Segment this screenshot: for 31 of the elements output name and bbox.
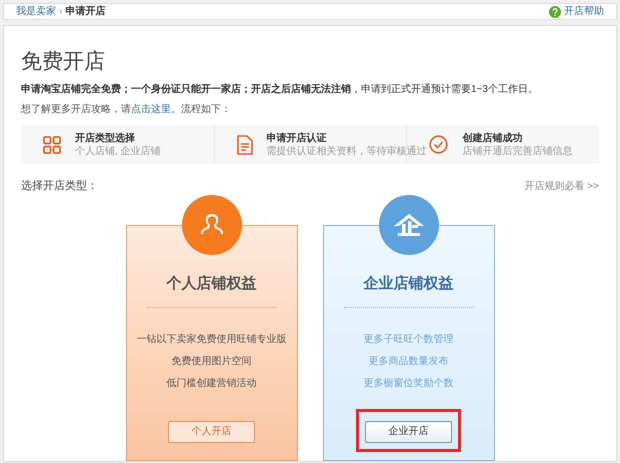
check-circle-icon (429, 135, 448, 154)
choose-type-label: 选择开店类型： (21, 178, 98, 194)
rules-link[interactable]: 开店规则必看 >> (524, 178, 599, 194)
card-title: 企业店铺权益 (364, 274, 454, 294)
page-title: 免费开店 (21, 48, 106, 74)
benefit-text: 更多商品数量发布 (368, 356, 448, 367)
grid-icon (43, 136, 61, 154)
step-title: 创建店铺成功 (462, 132, 524, 144)
card-title: 个人店铺权益 (166, 274, 256, 294)
benefit-text: 更多橱窗位奖励个数 (364, 378, 454, 389)
benefit-text: 免费使用图片空间 (172, 356, 252, 367)
step-subtitle: 个人店铺, 企业店铺 (75, 144, 161, 158)
click-here-link[interactable]: 点击这里 (131, 104, 171, 115)
step-subtitle: 店铺开通后完善店铺信息 (462, 144, 572, 158)
house-icon (392, 212, 424, 236)
breadcrumb-link[interactable]: 我是卖家 (16, 4, 56, 19)
step-title: 申请开店认证 (266, 132, 328, 144)
breadcrumb-separator: › (59, 5, 62, 19)
breadcrumb-current: 申请开店 (65, 4, 106, 19)
document-icon (236, 134, 253, 154)
help-link[interactable]: 开店帮助 (564, 4, 604, 19)
open-shop-button[interactable]: 企业开店 (365, 420, 452, 442)
open-shop-button[interactable]: 个人开店 (168, 420, 255, 442)
help-icon (549, 6, 561, 18)
guide-text: 想了解更多开店攻略，请点击这里。流程如下： (21, 102, 232, 117)
step-subtitle: 需提供认证相关资料，等待审核通过 (266, 144, 427, 158)
benefit-text: 低门槛创建营销活动 (166, 378, 256, 389)
benefit-text: 更多子旺旺个数管理 (364, 334, 454, 345)
benefit-text: 一钻以下卖家免费使用旺铺专业版 (136, 334, 286, 345)
notice-text: 申请淘宝店铺完全免费；一个身份证只能开一家店；开店之后店铺无法注销，申请到正式开通预计需要1~3个工作日。 (21, 82, 539, 97)
step-title: 开店类型选择 (75, 132, 136, 144)
